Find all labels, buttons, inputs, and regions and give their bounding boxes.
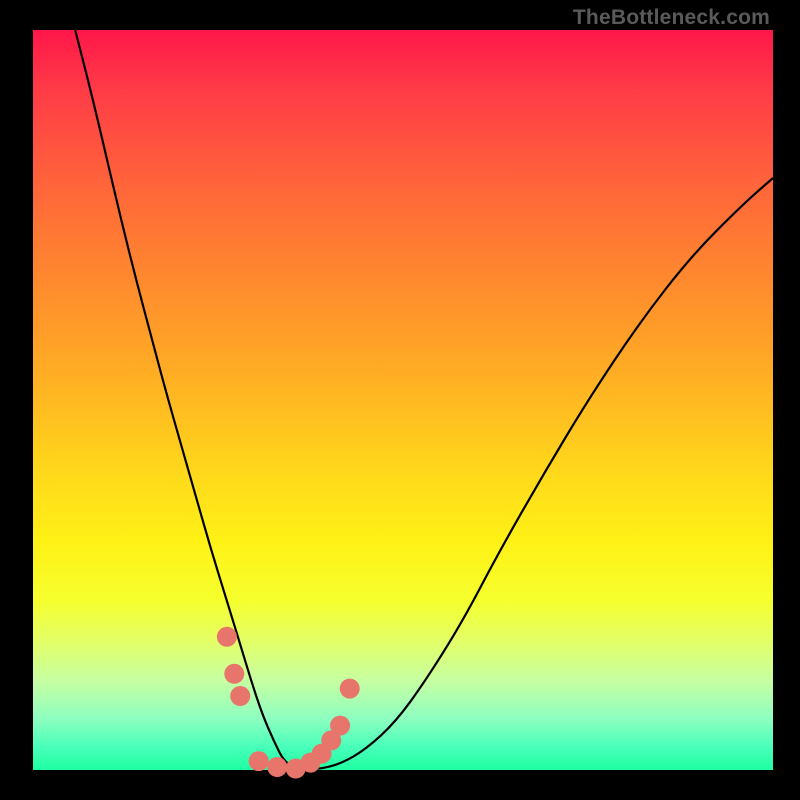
bottleneck-curve	[75, 30, 773, 770]
data-dot	[267, 757, 287, 777]
data-dot	[230, 686, 250, 706]
data-dot	[249, 751, 269, 771]
data-dot	[330, 716, 350, 736]
chart-frame: TheBottleneck.com	[0, 0, 800, 800]
data-dot	[217, 627, 237, 647]
data-dot	[224, 664, 244, 684]
chart-svg	[0, 0, 800, 800]
watermark-text: TheBottleneck.com	[573, 6, 770, 30]
data-dot	[340, 679, 360, 699]
dot-layer	[217, 627, 360, 779]
